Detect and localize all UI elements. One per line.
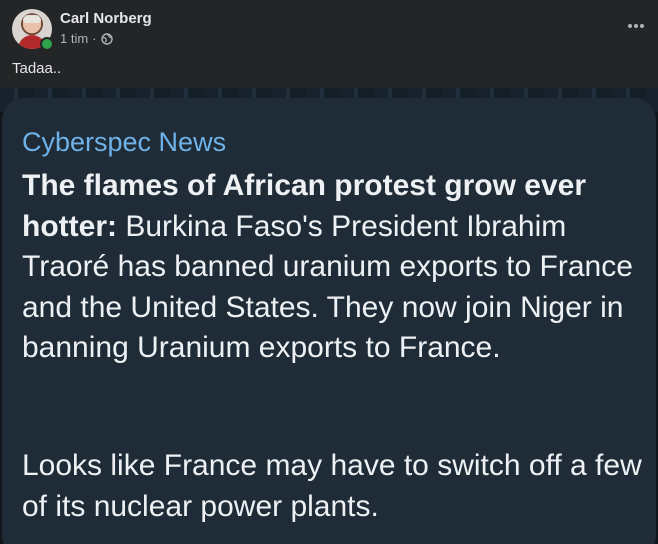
facebook-post: Carl Norberg 1 tim · Tadaa.. Cyberspec N… xyxy=(0,0,658,544)
more-dot-icon xyxy=(628,24,632,28)
news-source: Cyberspec News xyxy=(22,127,227,157)
author-name[interactable]: Carl Norberg xyxy=(60,10,152,28)
meta-separator: · xyxy=(92,31,97,46)
post-meta: 1 tim · xyxy=(60,31,113,47)
online-status-icon xyxy=(40,37,54,51)
news-commentary: Looks like France may have to switch off… xyxy=(22,449,642,523)
more-dot-icon xyxy=(634,24,638,28)
news-card: Cyberspec News The flames of African pro… xyxy=(2,98,656,544)
post-header: Carl Norberg 1 tim · xyxy=(0,0,658,56)
more-options-button[interactable] xyxy=(624,14,648,38)
post-image[interactable]: Cyberspec News The flames of African pro… xyxy=(0,88,658,544)
news-headline: The flames of African protest grow ever … xyxy=(22,166,648,369)
avatar-hair xyxy=(23,15,41,23)
more-dot-icon xyxy=(640,24,644,28)
globe-icon[interactable] xyxy=(100,33,113,45)
post-time[interactable]: 1 tim xyxy=(60,31,88,47)
post-caption: Tadaa.. xyxy=(12,60,62,77)
